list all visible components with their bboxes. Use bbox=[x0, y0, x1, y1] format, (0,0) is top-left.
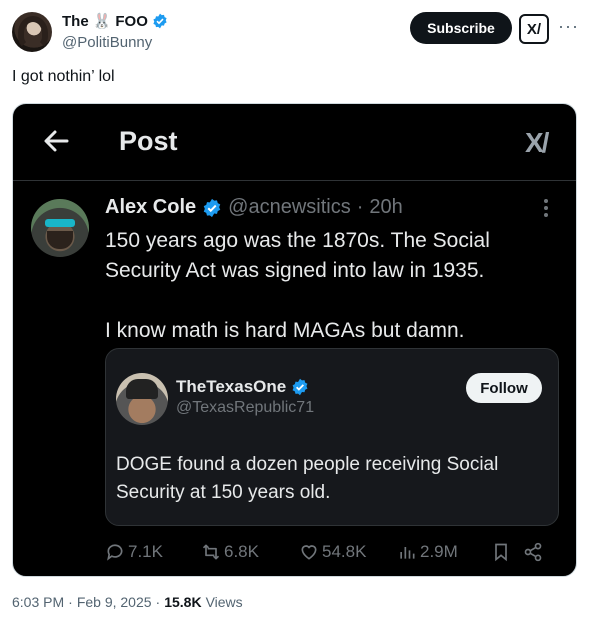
grok-icon: X/ bbox=[525, 127, 550, 158]
views-count: 15.8K bbox=[164, 594, 202, 610]
post-author-name: Alex Cole bbox=[105, 196, 197, 218]
bookmark-icon bbox=[495, 543, 507, 562]
action-bar: 7.1K 6.8K 54.8K 2.9M bbox=[105, 542, 543, 562]
author-name-suffix: FOO bbox=[115, 12, 148, 30]
views-count: 2.9M bbox=[420, 542, 458, 561]
post-time: 20h bbox=[369, 196, 403, 218]
author-name[interactable]: The 🐰 FOO bbox=[62, 12, 168, 30]
post-date[interactable]: Feb 9, 2025 bbox=[77, 594, 152, 610]
grok-button[interactable]: X/ bbox=[519, 14, 549, 44]
page-title: Post bbox=[119, 126, 178, 156]
views-icon bbox=[400, 547, 415, 559]
embedded-screenshot[interactable]: Post X/ Alex Cole @acnewsitics · 20h 150… bbox=[12, 103, 577, 577]
like-action: 54.8K bbox=[299, 542, 397, 562]
tweet-footer: 6:03 PM · Feb 9, 2025 · 15.8K Views bbox=[12, 594, 243, 610]
reply-count: 7.1K bbox=[128, 542, 163, 561]
author-handle[interactable]: @PolitiBunny bbox=[62, 34, 152, 51]
follow-button: Follow bbox=[466, 373, 542, 403]
quote-author-row: TheTexasOne bbox=[176, 377, 309, 397]
repost-action: 6.8K bbox=[201, 542, 299, 562]
back-arrow-icon bbox=[44, 130, 69, 152]
alex-avatar bbox=[31, 199, 89, 257]
footer-separator: · bbox=[68, 594, 73, 610]
quote-avatar bbox=[116, 373, 168, 425]
like-count: 54.8K bbox=[322, 542, 367, 561]
author-avatar[interactable] bbox=[12, 12, 52, 52]
verified-badge-icon bbox=[153, 13, 167, 29]
repost-count: 6.8K bbox=[224, 542, 259, 561]
views-action: 2.9M bbox=[397, 542, 491, 562]
share-icon bbox=[524, 542, 542, 562]
heart-icon bbox=[301, 545, 317, 560]
post-time[interactable]: 6:03 PM bbox=[12, 594, 64, 610]
reply-icon bbox=[107, 544, 123, 561]
post-author-handle: @acnewsitics bbox=[228, 196, 351, 218]
views-label: Views bbox=[205, 594, 243, 610]
more-options-icon[interactable]: ··· bbox=[558, 16, 579, 37]
meta-separator: · bbox=[356, 196, 364, 218]
bunny-emoji: 🐰 bbox=[92, 13, 112, 30]
grok-icon: X/ bbox=[526, 20, 542, 38]
quote-author-name: TheTexasOne bbox=[176, 377, 287, 396]
post-author-row: Alex Cole @acnewsitics · 20h bbox=[105, 196, 403, 219]
divider bbox=[13, 180, 576, 181]
tweet-text: I got nothin’ lol bbox=[12, 68, 115, 85]
footer-separator: · bbox=[155, 594, 161, 610]
subscribe-button[interactable]: Subscribe bbox=[410, 12, 512, 44]
post-text-line-2: I know math is hard MAGAs but damn. bbox=[105, 319, 465, 342]
author-name-prefix: The bbox=[62, 12, 89, 30]
post-text-line-1: 150 years ago was the 1870s. The Social … bbox=[105, 229, 490, 282]
more-options-icon bbox=[541, 196, 551, 220]
quote-text: DOGE found a dozen people receiving Soci… bbox=[116, 454, 499, 503]
quoted-post: TheTexasOne @TexasRepublic71 Follow DOGE… bbox=[105, 348, 559, 526]
verified-badge-icon bbox=[203, 198, 221, 217]
reply-action: 7.1K bbox=[105, 542, 201, 562]
verified-badge-icon bbox=[292, 378, 308, 396]
quote-author-handle: @TexasRepublic71 bbox=[176, 399, 315, 416]
repost-icon bbox=[202, 544, 220, 560]
